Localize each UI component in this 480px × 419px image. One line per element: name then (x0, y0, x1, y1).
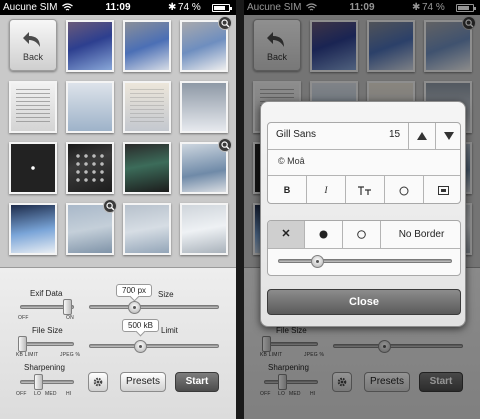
border-slider-knob[interactable] (311, 255, 324, 268)
start-button[interactable]: Start (175, 372, 219, 392)
watermark-popover: Gill Sans 15 © Moâ B I ✕ No Border Close (260, 101, 466, 327)
watermark-text-input[interactable]: © Moâ (278, 156, 305, 166)
status-bar: Aucune SIM 11:09 ✱ 74 % (0, 0, 236, 15)
border-none-button[interactable]: ✕ (268, 221, 305, 248)
image-button[interactable] (424, 176, 460, 203)
photo-thumbnail[interactable] (9, 203, 57, 255)
sharp-tick-off: OFF (16, 391, 27, 397)
limit-label: Limit (161, 326, 178, 335)
photo-thumbnail[interactable] (123, 203, 171, 255)
battery-percent: 74 % (178, 2, 201, 13)
border-slider[interactable] (278, 259, 452, 263)
image-icon (438, 186, 449, 195)
filesize-right-label: JPEG % (60, 352, 81, 358)
exif-off-label: OFF (18, 315, 29, 321)
size-slider[interactable] (89, 305, 219, 309)
photo-grid: Back (0, 15, 236, 267)
limit-slider[interactable] (89, 344, 219, 348)
border-style-label: No Border (398, 229, 445, 240)
filled-circle-icon (319, 230, 328, 239)
back-button[interactable]: Back (9, 19, 57, 71)
font-size[interactable]: 15 (389, 129, 400, 140)
phone-screen-watermark: Aucune SIM 11:09 ✱ 74 % Back File Size K… (244, 0, 480, 419)
size-value-bubble: 700 px (116, 284, 153, 297)
triangle-up-icon (417, 132, 427, 140)
circle-outline-icon (399, 186, 409, 196)
bold-button[interactable]: B (268, 176, 307, 203)
triangle-down-icon (444, 132, 454, 140)
circle-outline-icon (357, 230, 366, 239)
photo-thumbnail[interactable] (123, 20, 171, 72)
exif-switch-thumb[interactable] (63, 299, 72, 315)
photo-thumbnail[interactable] (9, 142, 57, 194)
sharp-tick-med: MED (45, 391, 57, 397)
size-label: Size (158, 290, 174, 299)
filesize-label: File Size (32, 326, 63, 335)
settings-button[interactable] (88, 372, 108, 392)
filesize-switch-thumb[interactable] (18, 336, 27, 352)
close-button[interactable]: Close (267, 289, 461, 315)
photo-thumbnail[interactable] (66, 81, 114, 133)
exif-on-label: ON (66, 315, 74, 321)
border-options-box: ✕ No Border (267, 220, 461, 276)
size-down-button[interactable] (435, 123, 460, 149)
photo-thumbnail[interactable] (180, 81, 228, 133)
limit-value-bubble: 500 kB (122, 319, 159, 332)
photo-thumbnail[interactable] (66, 20, 114, 72)
text-size-button[interactable] (346, 176, 385, 203)
bluetooth-icon: ✱ (168, 2, 177, 13)
watermark-text-box: Gill Sans 15 © Moâ B I (267, 122, 461, 204)
back-arrow-icon (23, 32, 40, 47)
text-size-icon (358, 186, 371, 195)
filesize-left-label: KB LIMIT (16, 352, 39, 358)
phone-screen-main: Aucune SIM 11:09 ✱ 74 % Back Exif Data O… (0, 0, 236, 419)
exif-label: Exif Data (30, 289, 63, 298)
gear-icon (93, 377, 103, 387)
photo-thumbnail[interactable] (9, 81, 57, 133)
zoom-icon[interactable] (218, 138, 232, 152)
shape-circle-button[interactable] (385, 176, 424, 203)
photo-thumbnail[interactable] (123, 81, 171, 133)
border-toolbar: ✕ No Border (268, 221, 460, 248)
size-slider-knob[interactable] (128, 301, 141, 314)
italic-button[interactable]: I (307, 176, 346, 203)
sharp-tick-hi: HI (66, 391, 72, 397)
size-up-button[interactable] (408, 123, 435, 149)
style-toolbar: B I (268, 176, 460, 203)
photo-thumbnail[interactable] (180, 203, 228, 255)
presets-button[interactable]: Presets (120, 372, 166, 392)
border-outline-button[interactable] (343, 221, 381, 248)
settings-panel: Exif Data OFF ON 700 px Size File Size K… (0, 267, 236, 419)
sharpening-slider-thumb[interactable] (34, 374, 43, 390)
sharp-tick-lo: LO (34, 391, 42, 397)
zoom-icon[interactable] (103, 199, 117, 213)
sharpening-slider[interactable] (20, 380, 74, 384)
photo-thumbnail[interactable] (66, 142, 114, 194)
filesize-switch[interactable] (20, 342, 74, 346)
font-name[interactable]: Gill Sans (276, 129, 316, 140)
photo-thumbnail[interactable] (123, 142, 171, 194)
zoom-icon[interactable] (218, 16, 232, 30)
back-label: Back (22, 52, 43, 62)
limit-slider-knob[interactable] (134, 340, 147, 353)
border-filled-button[interactable] (305, 221, 343, 248)
battery-icon (212, 4, 232, 12)
sharpening-label: Sharpening (24, 363, 65, 372)
